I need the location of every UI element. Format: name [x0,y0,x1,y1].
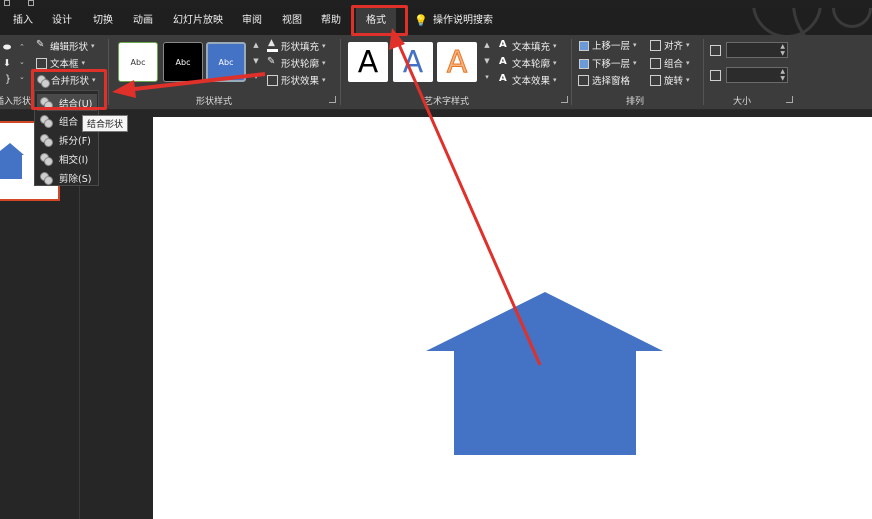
group-divider [108,39,109,105]
tab-slideshow[interactable]: 幻灯片放映 [173,13,223,29]
intersect-icon [40,153,53,166]
wordart-orange[interactable]: A [437,42,477,82]
lightbulb-icon: 💡 [414,14,428,27]
tab-animations[interactable]: 动画 [133,13,153,29]
group-button[interactable]: 组合 ▾ [650,56,690,70]
shape-effects-icon [267,74,278,86]
selection-pane-button[interactable]: 选择窗格 [578,73,630,87]
height-icon [710,43,721,57]
outline-pen-icon [267,56,278,69]
send-backward-icon [578,58,589,69]
menu-item-fragment[interactable]: 拆分(F) [37,131,97,148]
shape-down-icon[interactable]: ⬇ [3,56,11,70]
styles-scroll-up[interactable]: ▲ [251,41,261,50]
text-fill-button[interactable]: 文本填充▾ [498,39,557,54]
wordart-black[interactable]: A [348,42,388,82]
text-effects-button[interactable]: 文本效果▾ [498,73,557,88]
tab-view[interactable]: 视图 [282,13,302,29]
arrange-group-label: 排列 [626,97,645,107]
width-icon [710,68,721,82]
send-backward-button[interactable]: 下移一层 ▾ [578,56,637,70]
text-box-icon [36,57,47,69]
tab-review[interactable]: 审阅 [242,13,262,29]
align-icon [650,39,661,51]
dialog-launcher-icon[interactable] [561,96,568,103]
oval-shape-icon[interactable]: ⬬ [3,40,11,54]
slide-canvas[interactable] [153,117,872,519]
tab-insert[interactable]: 插入 [13,13,33,29]
insert-shapes-group-label: 插入形状 [0,97,32,107]
shape-width-field[interactable]: ▲ ▼ [726,67,788,83]
text-outline-icon [498,56,509,69]
ribbon-format: ⬬ ⬇ } ⌃⌄⌄ 编辑形状▾ 文本框▾ 合并形状▾ 插入形状 Abc Abc … [0,35,872,110]
align-button[interactable]: 对齐 ▾ [650,38,690,52]
union-tooltip: 结合形状 [82,115,129,132]
wordart-more[interactable]: ▾ [482,73,492,82]
rotate-icon [650,74,661,86]
window-control-icon[interactable] [4,0,10,6]
wordart-group-label: 艺术字样式 [424,97,470,107]
shape-style-blue[interactable]: Abc [206,42,246,82]
bring-forward-button[interactable]: 上移一层 ▾ [578,38,637,52]
shape-gallery-scroll[interactable]: ⌃ ⌄ ⌄ [19,40,25,85]
text-fill-icon [498,39,509,52]
menu-item-subtract[interactable]: 剪除(S) [37,169,97,186]
combine-icon [40,115,53,128]
edit-shape-icon [36,39,47,52]
brace-shape-icon[interactable]: } [5,72,11,86]
paint-bucket-icon [267,38,278,52]
text-box-button[interactable]: 文本框 ▾ [36,56,85,70]
subtract-icon [40,172,53,185]
rotate-button[interactable]: 旋转 ▾ [650,73,690,87]
tell-me-search[interactable]: 操作说明搜索 [433,13,493,29]
shape-styles-group-label: 形状样式 [196,97,233,107]
bring-forward-icon [578,40,589,51]
merge-shapes-highlight [31,69,107,110]
shape-style-black[interactable]: Abc [163,42,203,82]
shape-style-white[interactable]: Abc [118,42,158,82]
size-group-label: 大小 [733,97,752,107]
tab-help[interactable]: 帮助 [321,13,341,29]
group-divider [571,39,572,105]
shape-fill-button[interactable]: 形状填充▾ [267,38,326,53]
group-icon [650,57,661,69]
styles-more[interactable]: ▾ [251,73,261,82]
wordart-scroll-up[interactable]: ▲ [482,41,492,50]
shape-height-field[interactable]: ▲ ▼ [726,42,788,58]
group-divider [703,39,704,105]
wordart-scroll-down[interactable]: ▼ [482,57,492,66]
text-outline-button[interactable]: 文本轮廓▾ [498,56,557,71]
dialog-launcher-icon[interactable] [786,96,793,103]
tab-design[interactable]: 设计 [52,13,72,29]
fragment-icon [40,134,53,147]
group-divider [340,39,341,105]
selection-pane-icon [578,74,589,86]
shape-outline-button[interactable]: 形状轮廓▾ [267,56,326,71]
wordart-blue[interactable]: A [393,42,433,82]
text-effects-icon [498,73,509,86]
tab-transitions[interactable]: 切换 [93,13,113,29]
quick-access-strip [0,0,872,8]
house-arrow-shape[interactable] [153,117,872,519]
shape-effects-button[interactable]: 形状效果 ▾ [267,73,326,87]
format-tab-highlight [351,5,408,36]
dialog-launcher-icon[interactable] [329,96,336,103]
ribbon-tab-bar: 插入 设计 切换 动画 幻灯片放映 审阅 视图 帮助 格式 💡 操作说明搜索 [0,8,872,43]
styles-scroll-down[interactable]: ▼ [251,57,261,66]
window-control-icon[interactable] [28,0,34,6]
edit-shape-button[interactable]: 编辑形状▾ [36,39,95,54]
menu-item-intersect[interactable]: 相交(I) [37,150,97,167]
